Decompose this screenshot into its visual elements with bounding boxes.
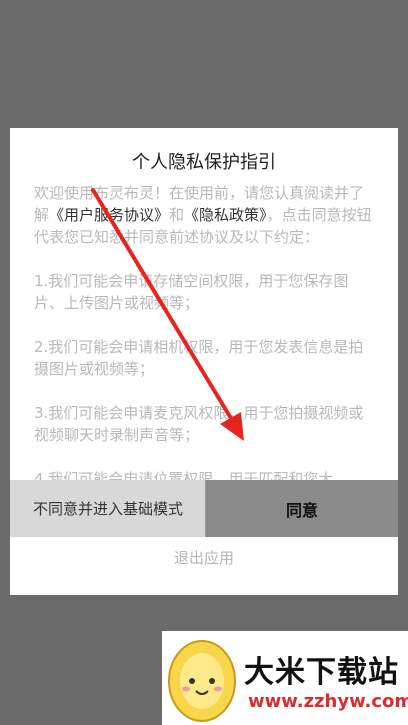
privacy-dialog: 个人隐私保护指引 欢迎使用布灵布灵！在使用前，请您认真阅读并了解《用户服务协议》… [10,128,398,595]
button-row: 不同意并进入基础模式 同意 [10,480,398,537]
permission-item-camera: 2.我们可能会申请相机权限，用于您发表信息是拍摄图片或视频等； [34,338,364,378]
intro-text-and: 和 [169,206,185,224]
permission-item-storage: 1.我们可能会申请存储空间权限，用于您保存图片、上传图片或视频等； [34,272,349,312]
disagree-button[interactable]: 不同意并进入基础模式 [10,480,206,537]
intro-paragraph: 欢迎使用布灵布灵！在使用前，请您认真阅读并了解《用户服务协议》和《隐私政策》，点… [34,182,376,248]
dialog-content: 欢迎使用布灵布灵！在使用前，请您认真阅读并了解《用户服务协议》和《隐私政策》，点… [34,182,376,606]
user-agreement-link[interactable]: 《用户服务协议》 [49,206,169,224]
dialog-title: 个人隐私保护指引 [132,152,276,173]
watermark: 大米下载站 www.zzhyw.com [162,631,408,725]
exit-app-button[interactable]: 退出应用 [10,547,398,568]
watermark-url: www.zzhyw.com [248,691,408,712]
permission-item-microphone: 3.我们可能会申请麦克风权限，用于您拍摄视频或视频聊天时录制声音等； [34,404,364,444]
mascot-logo-icon [168,640,236,722]
privacy-policy-link[interactable]: 《隐私政策》 [184,206,267,224]
agree-button[interactable]: 同意 [206,480,398,537]
watermark-site-name: 大米下载站 [244,655,399,690]
